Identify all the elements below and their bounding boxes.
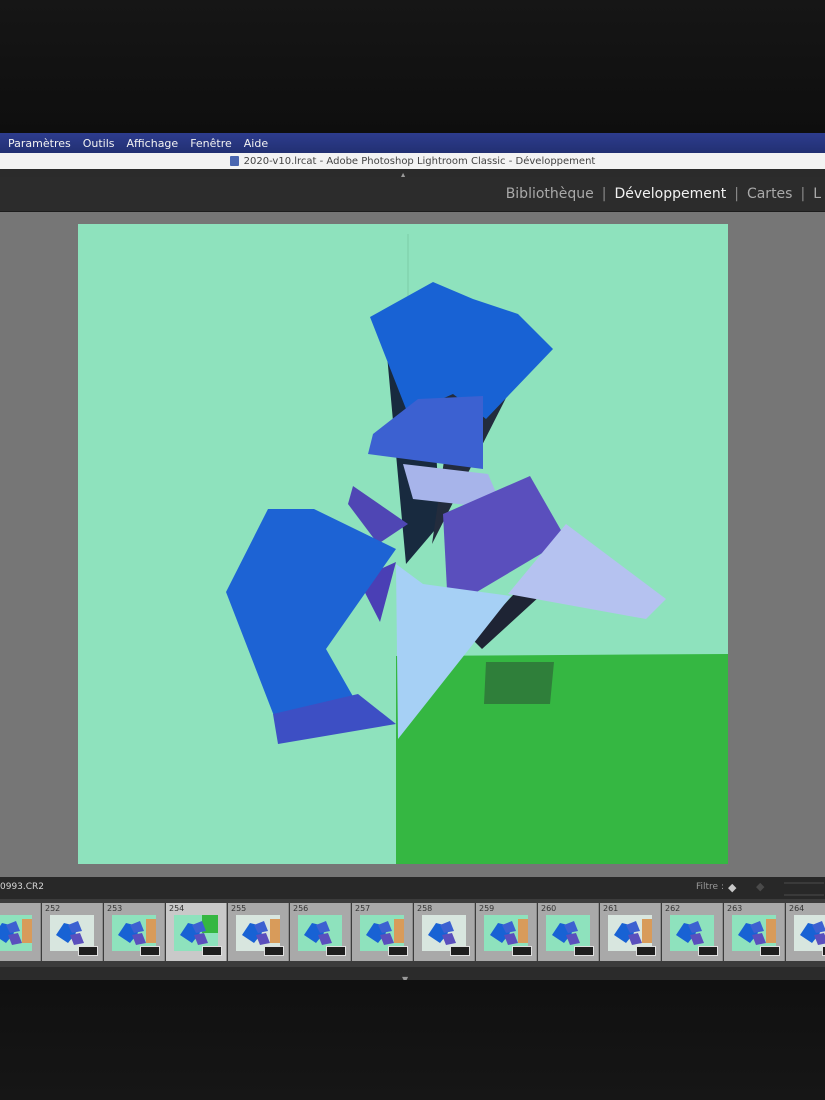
cell-number: 252 xyxy=(45,904,61,913)
filmstrip-cell[interactable]: 263 xyxy=(724,903,785,961)
cell-number: 254 xyxy=(169,904,185,913)
module-develop[interactable]: Développement xyxy=(610,186,730,202)
monitor-bezel-top xyxy=(0,0,825,135)
cell-number: 260 xyxy=(541,904,557,913)
cell-number: 256 xyxy=(293,904,309,913)
filmstrip-cell[interactable]: 264 xyxy=(786,903,825,961)
flag-filter-icon[interactable]: ◆ xyxy=(756,880,764,893)
filmstrip-cell[interactable]: 252 xyxy=(42,903,103,961)
edit-badge-icon xyxy=(326,946,346,956)
cell-number: 259 xyxy=(479,904,495,913)
menu-affichage[interactable]: Affichage xyxy=(127,137,179,150)
filmstrip-toolbar: 0993.CR2 Filtre : ◆ ◆ xyxy=(0,877,825,899)
edit-badge-icon xyxy=(388,946,408,956)
edit-badge-icon xyxy=(574,946,594,956)
edit-badge-icon xyxy=(450,946,470,956)
module-book[interactable]: L xyxy=(809,186,825,202)
filmstrip-cell[interactable]: 257 xyxy=(352,903,413,961)
cell-number: 263 xyxy=(727,904,743,913)
filmstrip-cell[interactable]: 261 xyxy=(600,903,661,961)
module-picker: Bibliothèque | Développement | Cartes | … xyxy=(0,177,825,212)
current-filename[interactable]: 0993.CR2 xyxy=(0,882,44,892)
monitor-bezel-bottom xyxy=(0,980,825,1100)
filter-label: Filtre : xyxy=(696,882,724,892)
cell-number: 264 xyxy=(789,904,805,913)
edit-badge-icon xyxy=(202,946,222,956)
edit-badge-icon xyxy=(760,946,780,956)
filmstrip-cell[interactable]: 256 xyxy=(290,903,351,961)
cell-number: 261 xyxy=(603,904,619,913)
filmstrip-cell[interactable] xyxy=(0,903,41,961)
edit-badge-icon xyxy=(264,946,284,956)
filmstrip-cell[interactable]: 262 xyxy=(662,903,723,961)
module-map[interactable]: Cartes xyxy=(743,186,797,202)
edit-badge-icon xyxy=(140,946,160,956)
catalog-file-icon xyxy=(229,156,239,166)
menu-fenetre[interactable]: Fenêtre xyxy=(190,137,232,150)
module-separator: | xyxy=(601,186,607,202)
thumbnail-image xyxy=(794,915,825,951)
menu-outils[interactable]: Outils xyxy=(83,137,115,150)
rating-filter-icon[interactable] xyxy=(784,882,824,896)
filmstrip-cell[interactable]: 254 xyxy=(166,903,227,961)
cell-number: 258 xyxy=(417,904,433,913)
menu-parametres[interactable]: Paramètres xyxy=(8,137,71,150)
cell-number: 255 xyxy=(231,904,247,913)
develop-workspace xyxy=(0,212,825,877)
filmstrip-cell[interactable]: 259 xyxy=(476,903,537,961)
diamond-icon[interactable]: ◆ xyxy=(728,881,736,894)
filmstrip-cell[interactable]: 253 xyxy=(104,903,165,961)
menu-aide[interactable]: Aide xyxy=(244,137,268,150)
edit-badge-icon xyxy=(698,946,718,956)
filmstrip-cell[interactable]: 255 xyxy=(228,903,289,961)
cell-number: 257 xyxy=(355,904,371,913)
cell-number: 253 xyxy=(107,904,123,913)
menu-bar: Paramètres Outils Affichage Fenêtre Aide xyxy=(0,133,825,153)
cell-number: 262 xyxy=(665,904,681,913)
module-separator: | xyxy=(734,186,739,202)
filmstrip: 252 253 254 255 256 257 258 259 260 261 262 263 264 xyxy=(0,899,825,967)
window-title: 2020-v10.lrcat - Adobe Photoshop Lightro… xyxy=(243,155,596,167)
edit-badge-icon xyxy=(512,946,532,956)
filmstrip-cell[interactable]: 258 xyxy=(414,903,475,961)
module-library[interactable]: Bibliothèque xyxy=(502,186,598,202)
thumbnail-image xyxy=(0,915,32,951)
edit-badge-icon xyxy=(636,946,656,956)
photo-preview[interactable] xyxy=(78,224,728,864)
module-separator: | xyxy=(800,186,806,202)
filmstrip-cell[interactable]: 260 xyxy=(538,903,599,961)
window-title-bar: 2020-v10.lrcat - Adobe Photoshop Lightro… xyxy=(0,153,825,169)
edit-badge-icon xyxy=(78,946,98,956)
screen: Paramètres Outils Affichage Fenêtre Aide… xyxy=(0,133,825,983)
